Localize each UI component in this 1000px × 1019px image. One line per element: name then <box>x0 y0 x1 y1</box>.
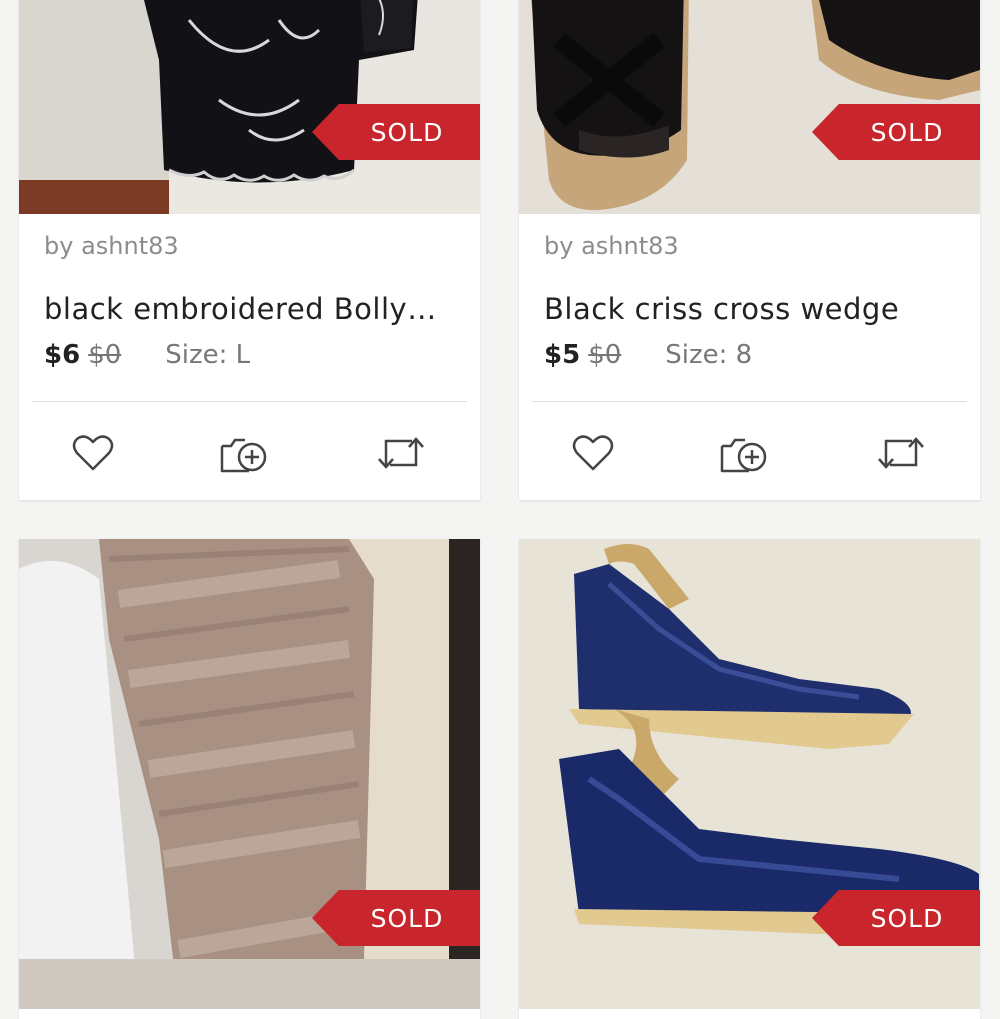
sold-badge: SOLD <box>312 104 480 160</box>
sold-badge: SOLD <box>812 104 980 160</box>
original-price: $0 <box>88 340 122 370</box>
heart-icon <box>572 435 614 471</box>
price-row: $6 $0 Size: L <box>44 340 250 374</box>
listing-title[interactable]: Black criss cross wedge <box>544 292 959 326</box>
sold-badge: SOLD <box>312 890 480 946</box>
add-bundle-icon <box>220 438 267 473</box>
action-bar <box>19 428 480 478</box>
price: $5 <box>544 340 581 370</box>
like-button[interactable] <box>568 428 618 478</box>
price: $6 <box>44 340 81 370</box>
listing-card[interactable]: SOLD <box>19 539 480 1019</box>
seller-name[interactable]: by ashnt83 <box>44 232 179 260</box>
divider <box>32 401 467 402</box>
size-label: Size: L <box>165 340 251 370</box>
add-to-bundle-button[interactable] <box>719 428 769 478</box>
add-bundle-icon <box>720 438 767 473</box>
add-to-bundle-button[interactable] <box>219 428 269 478</box>
listing-card[interactable]: SOLD by ashnt83 Black criss cross wedge … <box>519 0 980 500</box>
like-button[interactable] <box>68 428 118 478</box>
heart-icon <box>72 435 114 471</box>
divider <box>532 401 967 402</box>
price-row: $5 $0 Size: 8 <box>544 340 752 374</box>
share-icon <box>378 437 424 469</box>
share-button[interactable] <box>876 428 926 478</box>
listing-title[interactable]: black embroidered Bollywo... <box>44 292 459 326</box>
share-button[interactable] <box>376 428 426 478</box>
size-label: Size: 8 <box>665 340 753 370</box>
share-icon <box>878 437 924 469</box>
listing-card[interactable]: SOLD by ashnt83 black embroidered Bollyw… <box>19 0 480 500</box>
sold-badge: SOLD <box>812 890 980 946</box>
original-price: $0 <box>588 340 622 370</box>
seller-name[interactable]: by ashnt83 <box>544 232 679 260</box>
action-bar <box>519 428 980 478</box>
listing-card[interactable]: SOLD <box>519 539 980 1019</box>
